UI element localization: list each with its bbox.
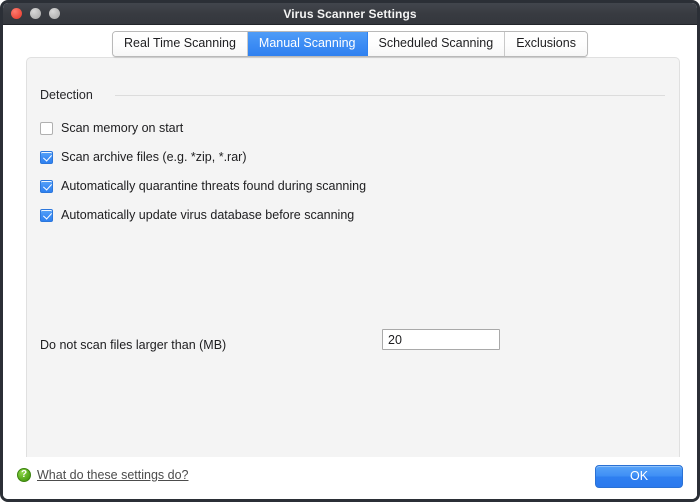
settings-window: Virus Scanner Settings Real Time Scannin… — [0, 0, 700, 502]
file-size-limit-input[interactable] — [382, 329, 500, 350]
tab-manual-scanning[interactable]: Manual Scanning — [247, 32, 368, 56]
option-auto-update-virus-database[interactable]: Automatically update virus database befo… — [40, 201, 667, 230]
tab-scheduled-scanning[interactable]: Scheduled Scanning — [367, 32, 506, 56]
section-divider — [114, 94, 665, 96]
option-label: Scan archive files (e.g. *zip, *.rar) — [61, 150, 247, 164]
zoom-button[interactable] — [49, 8, 60, 19]
minimize-button[interactable] — [30, 8, 41, 19]
checkbox-auto-quarantine-threats[interactable] — [40, 180, 53, 193]
checkbox-scan-memory-on-start[interactable] — [40, 122, 53, 135]
window-title: Virus Scanner Settings — [283, 6, 417, 21]
option-scan-memory-on-start[interactable]: Scan memory on start — [40, 114, 667, 143]
tab-real-time-scanning[interactable]: Real Time Scanning — [113, 32, 248, 56]
help-link[interactable]: What do these settings do? — [37, 468, 188, 482]
section-title: Detection — [40, 88, 93, 102]
file-size-limit-row: Do not scan files larger than (MB) — [40, 329, 667, 352]
option-scan-archive-files[interactable]: Scan archive files (e.g. *zip, *.rar) — [40, 143, 667, 172]
window-controls — [11, 3, 60, 24]
tab-bar: Real Time Scanning Manual Scanning Sched… — [3, 31, 697, 57]
question-mark-icon: ? — [17, 468, 31, 482]
manual-scanning-panel: Detection Scan memory on start Scan arch… — [26, 57, 680, 477]
option-label: Automatically update virus database befo… — [61, 208, 355, 222]
option-label: Automatically quarantine threats found d… — [61, 179, 367, 193]
option-label: Scan memory on start — [61, 121, 184, 135]
detection-options-list: Scan memory on start Scan archive files … — [40, 114, 667, 230]
option-auto-quarantine-threats[interactable]: Automatically quarantine threats found d… — [40, 172, 667, 201]
footer-bar: ? What do these settings do? OK — [3, 457, 697, 499]
checkbox-scan-archive-files[interactable] — [40, 151, 53, 164]
window-content: Real Time Scanning Manual Scanning Sched… — [3, 25, 697, 499]
help-link-group[interactable]: ? What do these settings do? — [17, 468, 188, 482]
title-bar: Virus Scanner Settings — [3, 3, 697, 25]
ok-button[interactable]: OK — [595, 465, 683, 488]
detection-section-header: Detection — [40, 88, 665, 102]
file-size-limit-label: Do not scan files larger than (MB) — [40, 338, 227, 352]
close-button[interactable] — [11, 8, 22, 19]
checkbox-auto-update-virus-database[interactable] — [40, 209, 53, 222]
tab-exclusions[interactable]: Exclusions — [505, 32, 587, 56]
tab-group: Real Time Scanning Manual Scanning Sched… — [112, 31, 588, 57]
